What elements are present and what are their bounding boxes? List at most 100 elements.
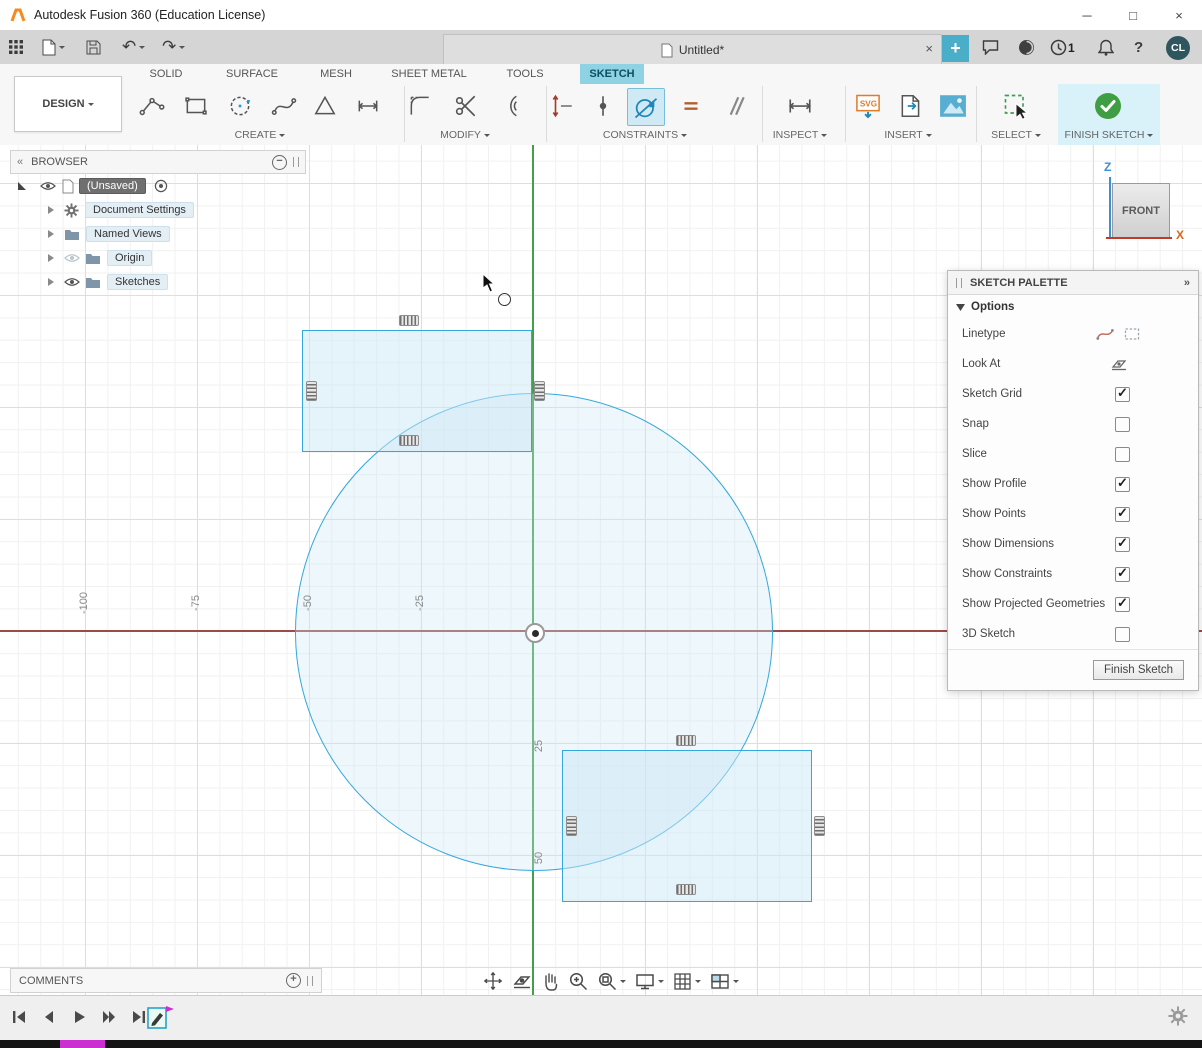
zoom-window-icon[interactable] xyxy=(597,971,626,991)
circle-tool-icon[interactable] xyxy=(222,88,258,124)
browser-collapse-icon[interactable]: « xyxy=(17,156,23,168)
browser-item-label[interactable]: Origin xyxy=(107,250,152,266)
create-group-label[interactable]: CREATE xyxy=(210,128,310,142)
constraint-glyph-icon[interactable] xyxy=(814,816,825,836)
browser-minus-icon[interactable]: − xyxy=(272,155,287,170)
comments-bar[interactable]: COMMENTS + xyxy=(10,968,322,993)
equal-constraint-icon[interactable] xyxy=(673,88,709,124)
help-icon[interactable]: ? xyxy=(1134,37,1143,57)
show-dimensions-checkbox[interactable] xyxy=(1115,537,1130,552)
step-forward-icon[interactable] xyxy=(100,1008,118,1026)
fillet-tool-icon[interactable] xyxy=(402,88,438,124)
save-icon[interactable] xyxy=(86,37,101,57)
browser-item-origin[interactable]: Origin xyxy=(10,246,306,270)
target-dot-icon[interactable] xyxy=(154,179,168,193)
rectangle-tool-icon[interactable] xyxy=(178,88,214,124)
sketch-rectangle-1[interactable] xyxy=(302,330,532,452)
ribbon-tab-tools[interactable]: TOOLS xyxy=(501,64,549,84)
sketch-palette-header[interactable]: SKETCH PALETTE » xyxy=(948,271,1198,295)
maximize-button[interactable]: □ xyxy=(1110,0,1156,30)
file-menu-icon[interactable] xyxy=(42,37,65,57)
constraint-glyph-icon[interactable] xyxy=(676,735,696,746)
polygon-tool-icon[interactable] xyxy=(307,88,343,124)
visibility-eye-off-icon[interactable] xyxy=(64,253,80,263)
look-at-icon[interactable] xyxy=(1110,358,1128,371)
step-back-icon[interactable] xyxy=(40,1008,58,1026)
new-tab-button[interactable]: + xyxy=(942,35,969,62)
ribbon-tab-solid[interactable]: SOLID xyxy=(140,64,192,84)
slice-checkbox[interactable] xyxy=(1115,447,1130,462)
minimize-button[interactable]: ─ xyxy=(1064,0,1110,30)
tree-arrow-icon[interactable] xyxy=(48,206,58,214)
browser-header[interactable]: « BROWSER − xyxy=(10,150,306,174)
centerline-icon[interactable] xyxy=(1096,327,1114,341)
undo-icon[interactable]: ↶ xyxy=(122,37,145,57)
constraint-glyph-icon[interactable] xyxy=(399,435,419,446)
timeline-sketch-feature[interactable] xyxy=(146,1002,176,1032)
show-profile-checkbox[interactable] xyxy=(1115,477,1130,492)
finish-sketch-button[interactable]: Finish Sketch xyxy=(1093,660,1184,680)
comments-bubble-icon[interactable] xyxy=(982,37,999,57)
parallel-constraint-icon[interactable] xyxy=(717,88,753,124)
finish-sketch-icon[interactable] xyxy=(1090,88,1126,124)
comments-grip-icon[interactable] xyxy=(307,976,313,986)
look-at-view-icon[interactable] xyxy=(512,972,532,990)
skip-to-start-icon[interactable] xyxy=(10,1008,28,1026)
line-tool-icon[interactable] xyxy=(134,88,170,124)
ribbon-tab-sheet-metal[interactable]: SHEET METAL xyxy=(386,64,472,84)
snap-checkbox[interactable] xyxy=(1115,417,1130,432)
select-group-label[interactable]: SELECT xyxy=(966,128,1066,142)
show-points-checkbox[interactable] xyxy=(1115,507,1130,522)
display-settings-icon[interactable] xyxy=(635,972,664,991)
constraint-glyph-icon[interactable] xyxy=(306,381,317,401)
coincident-constraint-icon[interactable] xyxy=(585,88,621,124)
ribbon-tab-sketch[interactable]: SKETCH xyxy=(580,64,644,84)
zoom-icon[interactable] xyxy=(568,971,588,991)
browser-item-document-settings[interactable]: Document Settings xyxy=(10,198,306,222)
finish-sketch-group-label[interactable]: FINISH SKETCH xyxy=(1056,128,1162,142)
viewcube-front-face[interactable]: FRONT xyxy=(1112,183,1170,238)
canvas-image-icon[interactable] xyxy=(935,88,971,124)
ribbon-tab-mesh[interactable]: MESH xyxy=(314,64,358,84)
tree-arrow-icon[interactable] xyxy=(48,254,58,262)
browser-item-sketches[interactable]: Sketches xyxy=(10,270,306,294)
constraint-glyph-icon[interactable] xyxy=(676,884,696,895)
origin-point[interactable] xyxy=(525,623,545,643)
ribbon-tab-surface[interactable]: SURFACE xyxy=(220,64,284,84)
slot-tool-icon[interactable] xyxy=(350,88,386,124)
tree-arrow-icon[interactable] xyxy=(48,278,58,286)
redo-icon[interactable]: ↷ xyxy=(162,37,185,57)
browser-item-named-views[interactable]: Named Views xyxy=(10,222,306,246)
play-icon[interactable] xyxy=(70,1008,88,1026)
bell-icon[interactable] xyxy=(1098,37,1114,57)
browser-root-row[interactable]: (Unsaved) xyxy=(10,174,306,198)
notifications-clock-icon[interactable] xyxy=(1050,37,1067,57)
constraint-glyph-icon[interactable] xyxy=(566,816,577,836)
inspect-group-label[interactable]: INSPECT xyxy=(750,128,850,142)
tree-arrow-icon[interactable] xyxy=(48,230,58,238)
modify-group-label[interactable]: MODIFY xyxy=(415,128,515,142)
comments-plus-icon[interactable]: + xyxy=(286,973,301,988)
options-section-header[interactable]: Options xyxy=(948,295,1198,319)
browser-item-label[interactable]: Sketches xyxy=(107,274,168,290)
grid-layout-icon[interactable] xyxy=(673,972,701,991)
construction-line-icon[interactable] xyxy=(1124,327,1140,341)
viewports-icon[interactable] xyxy=(710,973,739,990)
design-workspace-selector[interactable]: DESIGN xyxy=(14,76,122,132)
sketch-dimension-icon[interactable] xyxy=(544,88,580,124)
palette-grip-icon[interactable] xyxy=(956,278,962,288)
tangent-constraint-icon[interactable] xyxy=(627,88,665,126)
browser-item-label[interactable]: Named Views xyxy=(86,226,170,242)
show-constraints-checkbox[interactable] xyxy=(1115,567,1130,582)
measure-tool-icon[interactable] xyxy=(782,88,818,124)
show-projected-geometries-checkbox[interactable] xyxy=(1115,597,1130,612)
spline-tool-icon[interactable] xyxy=(266,88,302,124)
visibility-eye-icon[interactable] xyxy=(40,181,56,191)
sketch-rectangle-2[interactable] xyxy=(562,750,812,902)
insert-mesh-icon[interactable] xyxy=(893,88,929,124)
browser-root-label[interactable]: (Unsaved) xyxy=(79,178,146,194)
app-grid-icon[interactable] xyxy=(8,37,24,57)
sketch-grid-checkbox[interactable] xyxy=(1115,387,1130,402)
close-button[interactable]: × xyxy=(1156,0,1202,30)
constraints-group-label[interactable]: CONSTRAINTS xyxy=(585,128,705,142)
